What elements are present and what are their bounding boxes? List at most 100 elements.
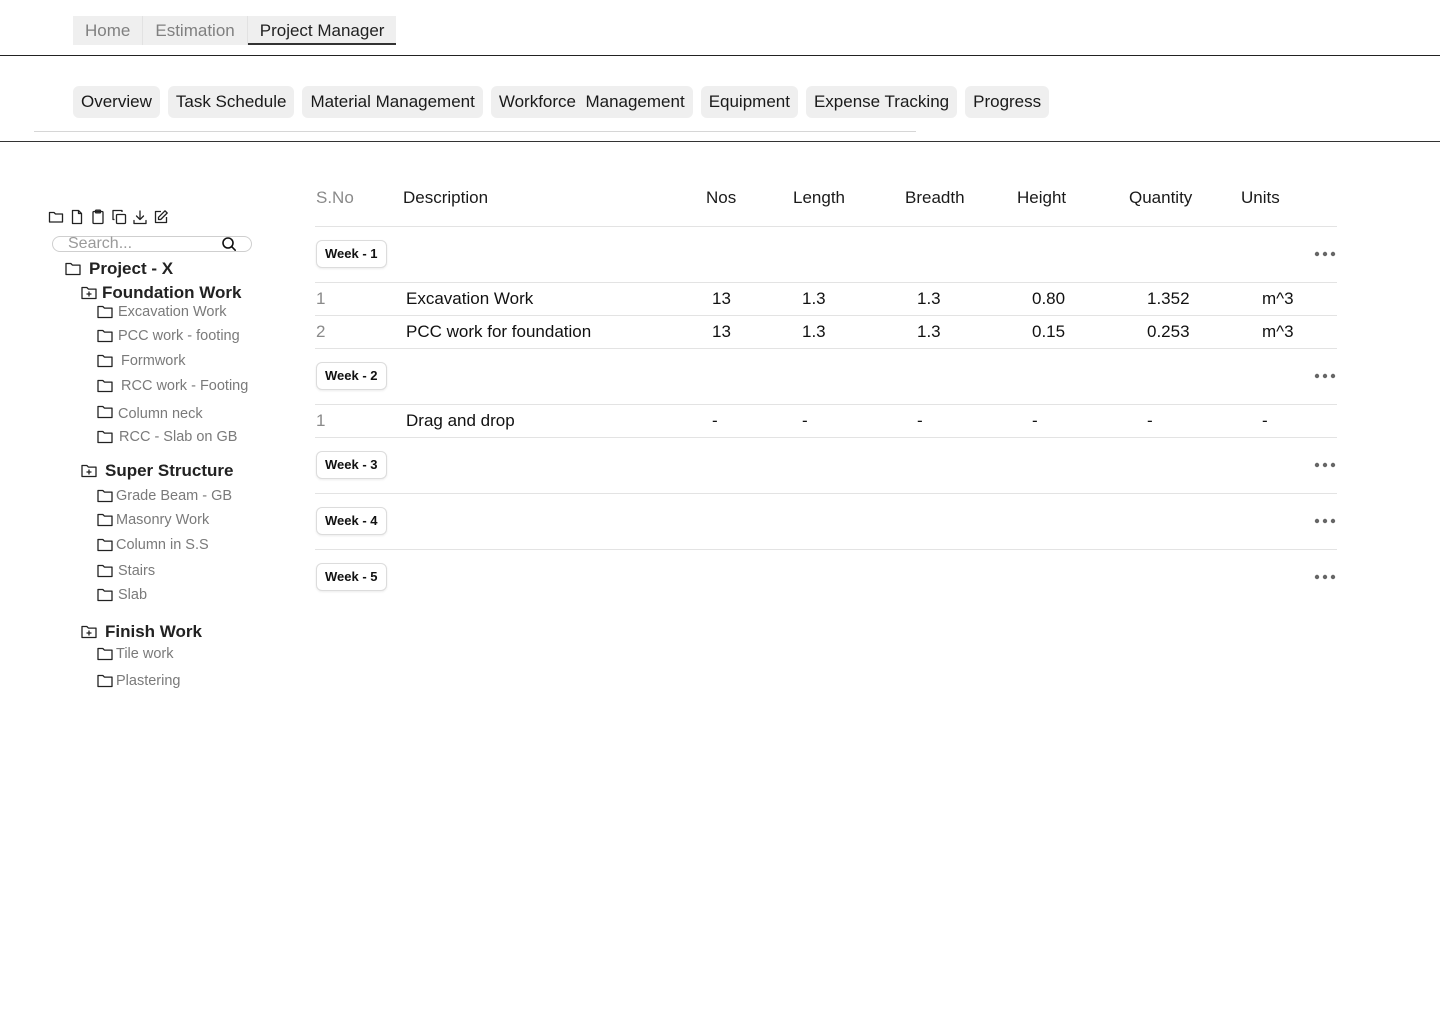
tree-item-column-neck[interactable]: Column neck (97, 404, 203, 422)
folder-icon (97, 379, 113, 393)
cell-quantity: 0.253 (1147, 322, 1190, 341)
folder-plus-icon (81, 625, 97, 639)
tree-item-label: RCC - Slab on GB (119, 429, 238, 445)
cell-nos[interactable]: 13 (712, 289, 731, 309)
row-divider (315, 437, 1337, 438)
folder-icon (65, 262, 81, 276)
column-header-units: Units (1241, 188, 1280, 207)
week-badge[interactable]: Week - 4 (316, 507, 387, 535)
folder-icon (97, 405, 113, 419)
subtab-expense-tracking[interactable]: Expense Tracking (805, 86, 958, 118)
tree-item-label: RCC work - Footing (121, 378, 249, 394)
tab-estimation[interactable]: Estimation (143, 16, 248, 45)
tree-item-label: Plastering (116, 673, 181, 689)
tree-item-pcc-work-footing[interactable]: PCC work - footing (97, 328, 240, 344)
copy-icon[interactable] (111, 209, 127, 225)
folder-icon (97, 647, 113, 661)
more-icon[interactable] (1314, 574, 1336, 580)
cell-description[interactable]: PCC work for foundation (406, 322, 591, 342)
folder-icon[interactable] (48, 209, 64, 225)
tree-root-label: Project - X (89, 259, 174, 278)
week-badge[interactable]: Week - 5 (316, 563, 387, 591)
more-icon[interactable] (1314, 373, 1336, 379)
column-header-breadth: Breadth (905, 188, 965, 207)
cell-breadth[interactable]: - (917, 411, 923, 431)
folder-icon (97, 305, 113, 319)
tree-item-label: Slab (118, 587, 148, 603)
cell-description[interactable]: Drag and drop (406, 411, 515, 431)
subtab-equipment[interactable]: Equipment (700, 86, 798, 118)
top-nav: Home Estimation Project Manager (73, 16, 397, 45)
tree-item-grade-beam-gb[interactable]: Grade Beam - GB (97, 488, 232, 504)
cell-height[interactable]: - (1032, 411, 1038, 431)
tree-item-column-in-ss[interactable]: Column in S.S (97, 537, 209, 553)
row-divider (315, 282, 1337, 283)
sidebar-toolbar (48, 209, 169, 225)
row-divider (315, 549, 1337, 550)
tree-item-rcc-work-footing[interactable]: RCC work - Footing (97, 378, 248, 394)
search-input[interactable] (68, 235, 218, 253)
subtab-underline (34, 131, 916, 132)
subtab-progress[interactable]: Progress (965, 86, 1050, 118)
tree-item-rcc-slab-on-gb[interactable]: RCC - Slab on GB (97, 429, 237, 445)
row-divider (315, 348, 1337, 349)
subtab-workforce-management[interactable]: Workforce Management (490, 86, 693, 118)
tab-project-manager[interactable]: Project Manager (247, 16, 397, 45)
tab-home[interactable]: Home (73, 16, 144, 45)
cell-quantity: 1.352 (1147, 289, 1190, 308)
cell-length[interactable]: 1.3 (802, 289, 826, 309)
tree-group-super-structure[interactable]: Super Structure (81, 461, 233, 481)
column-header-quantity: Quantity (1129, 188, 1193, 207)
folder-icon (97, 513, 113, 527)
download-icon[interactable] (132, 209, 148, 225)
edit-icon[interactable] (153, 209, 169, 225)
more-icon[interactable] (1314, 462, 1336, 468)
cell-nos[interactable]: 13 (712, 322, 731, 342)
cell-units[interactable]: m^3 (1262, 289, 1294, 309)
cell-units[interactable]: - (1262, 411, 1268, 431)
column-header-nos: Nos (706, 188, 737, 207)
week-badge[interactable]: Week - 3 (316, 451, 387, 479)
tree-item-label: Grade Beam - GB (116, 488, 233, 504)
week-badge[interactable]: Week - 1 (316, 240, 387, 268)
subtab-task-schedule[interactable]: Task Schedule (167, 86, 295, 118)
cell-nos[interactable]: - (712, 411, 718, 431)
sub-tabs: Overview Task Schedule Material Manageme… (73, 86, 1050, 118)
subtab-material-management[interactable]: Material Management (302, 86, 483, 118)
top-divider (0, 55, 1440, 56)
cell-height[interactable]: 0.15 (1032, 322, 1065, 342)
cell-height[interactable]: 0.80 (1032, 289, 1065, 309)
cell-breadth[interactable]: 1.3 (917, 322, 941, 342)
column-header-length: Length (793, 188, 845, 207)
more-icon[interactable] (1314, 518, 1336, 524)
tree-item-tile-work[interactable]: Tile work (97, 646, 173, 662)
cell-units[interactable]: m^3 (1262, 322, 1294, 342)
tree-item-excavation-work[interactable]: Excavation Work (97, 304, 227, 320)
tree-item-masonry-work[interactable]: Masonry Work (97, 512, 209, 528)
tree-group-foundation-work[interactable]: Foundation Work (81, 283, 241, 303)
search-icon[interactable] (221, 236, 237, 252)
cell-sno: 1 (316, 411, 326, 430)
tree-item-formwork[interactable]: Formwork (97, 353, 185, 369)
file-icon[interactable] (69, 209, 85, 225)
tree-item-plastering[interactable]: Plastering (97, 673, 180, 689)
cell-breadth[interactable]: 1.3 (917, 289, 941, 309)
cell-length[interactable]: - (802, 411, 808, 431)
tree-item-stairs[interactable]: Stairs (97, 563, 155, 579)
tree-item-slab[interactable]: Slab (97, 587, 147, 603)
more-icon[interactable] (1314, 251, 1336, 257)
cell-length[interactable]: 1.3 (802, 322, 826, 342)
tree-group-label: Super Structure (105, 461, 234, 480)
clipboard-icon[interactable] (90, 209, 106, 225)
folder-icon (97, 354, 113, 368)
tree-item-label: Excavation Work (118, 304, 227, 320)
tree-group-finish-work[interactable]: Finish Work (81, 622, 202, 642)
cell-description[interactable]: Excavation Work (406, 289, 533, 309)
week-badge[interactable]: Week - 2 (316, 362, 387, 390)
row-divider (315, 493, 1337, 494)
tree-item-label: Stairs (118, 563, 156, 579)
tree-root-project[interactable]: Project - X (65, 259, 173, 279)
folder-plus-icon (81, 464, 97, 478)
subtab-overview[interactable]: Overview (73, 86, 160, 118)
cell-sno: 2 (316, 322, 326, 341)
